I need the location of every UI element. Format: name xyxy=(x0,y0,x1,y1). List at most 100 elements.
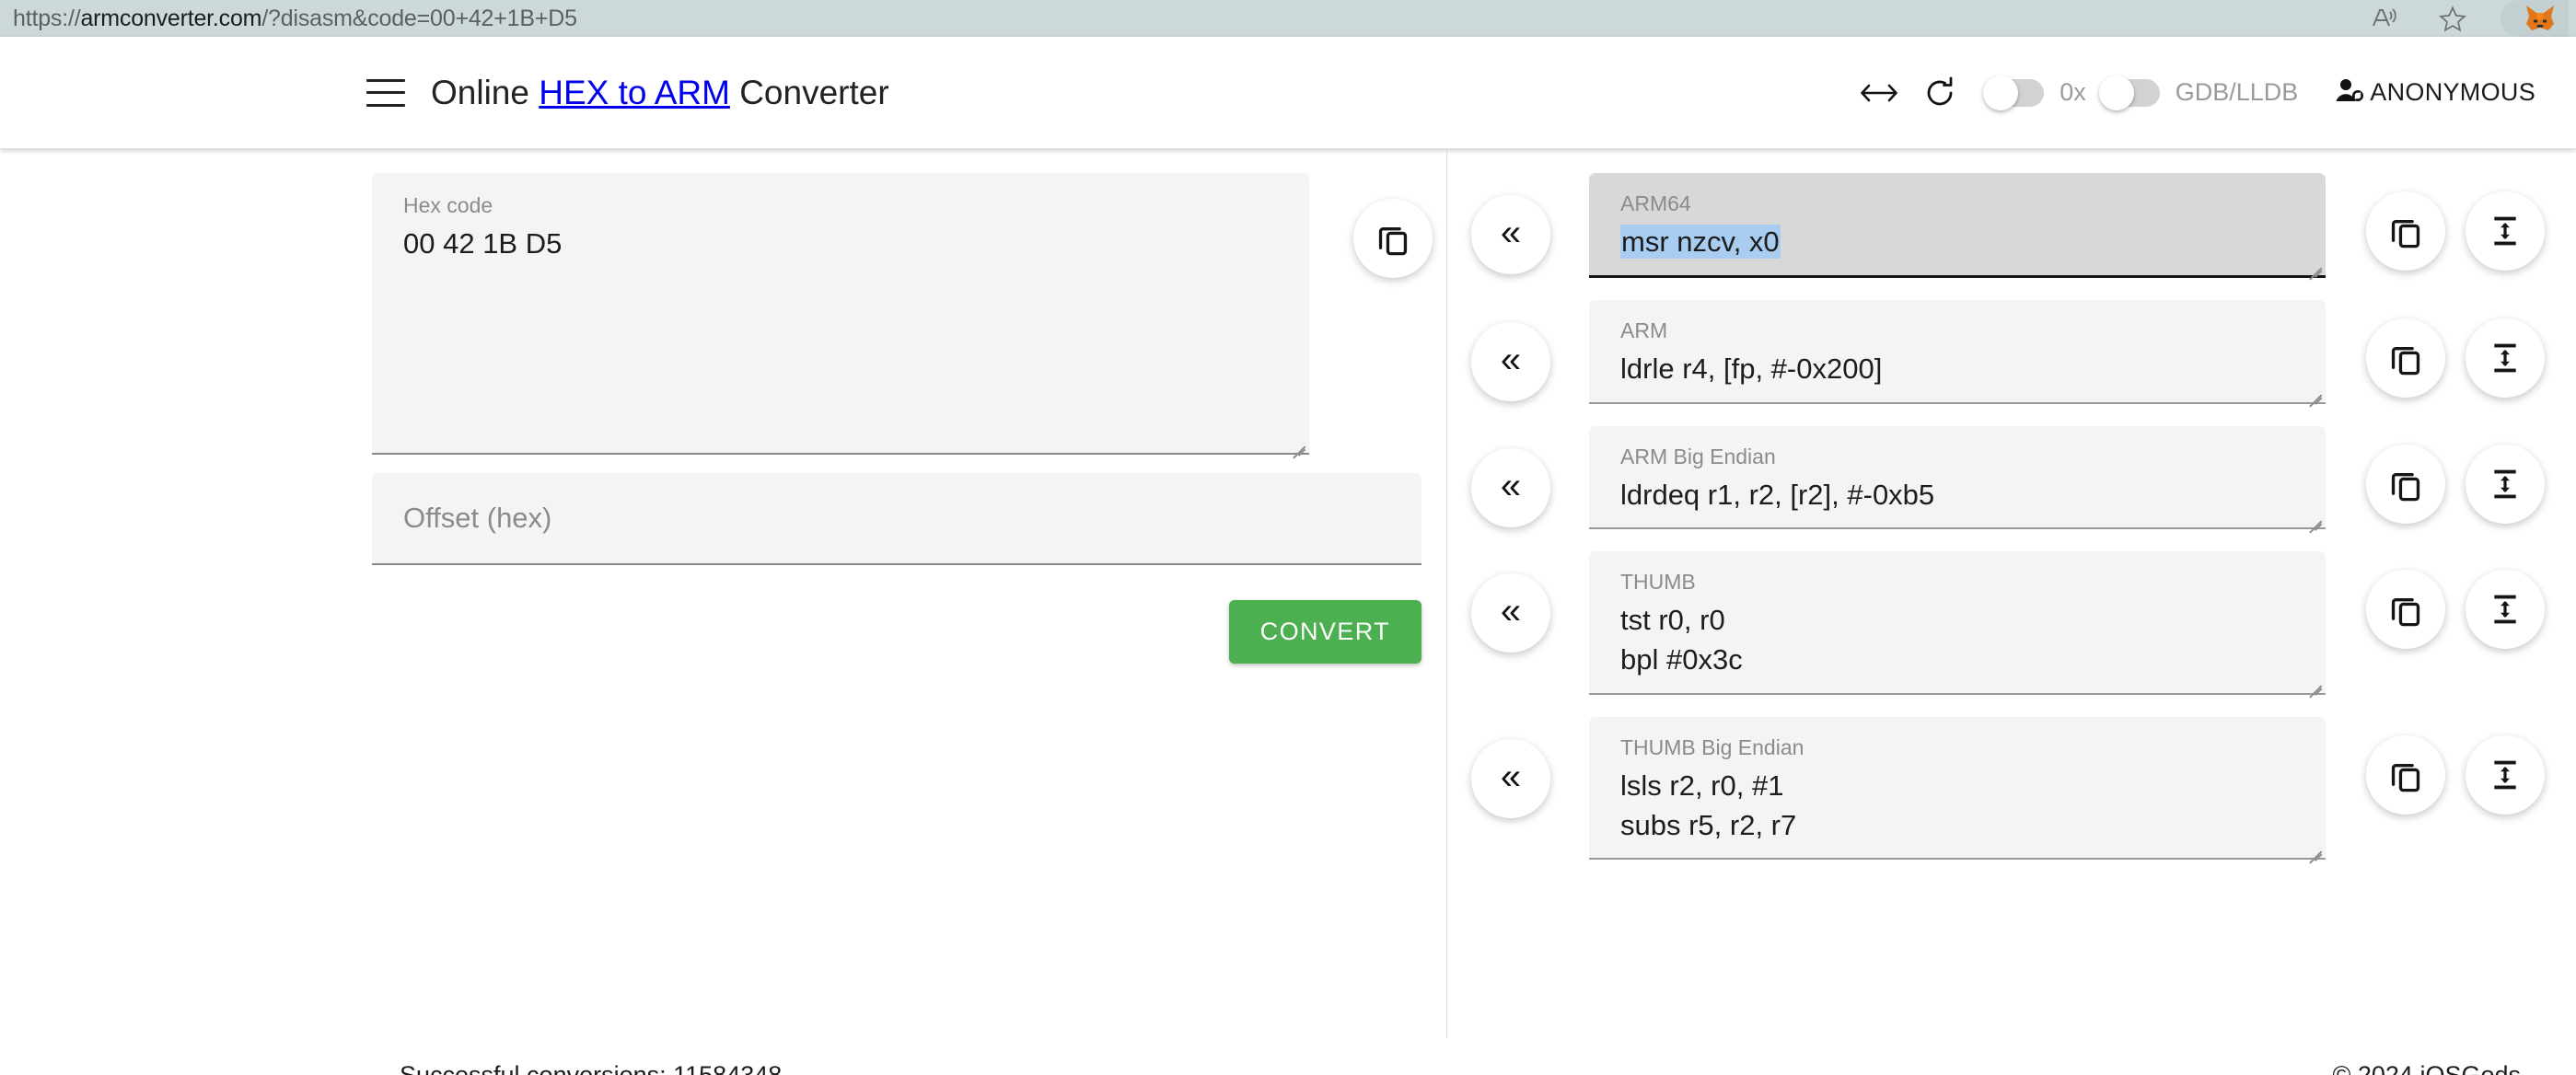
collapse-arm-be-button[interactable]: « xyxy=(1471,447,1550,527)
browser-url-bar[interactable]: https://armconverter.com/?disasm&code=00… xyxy=(0,0,2576,37)
offset-placeholder: Offset (hex) xyxy=(403,502,552,534)
resize-arm-be-button[interactable] xyxy=(2466,444,2545,524)
page-title-prefix: Online xyxy=(431,73,540,111)
result-text-selected: msr nzcv, x0 xyxy=(1620,225,1781,259)
hex-to-arm-link[interactable]: HEX to ARM xyxy=(539,74,730,111)
url-prefix: https:// xyxy=(13,5,81,31)
result-line: ldrdeq r1, r2, [r2], #-0xb5 xyxy=(1620,478,1935,511)
result-line: ldrle r4, [fp, #-0x200] xyxy=(1620,352,1883,385)
vertical-resize-icon xyxy=(2494,760,2516,790)
result-label: ARM xyxy=(1620,318,1668,342)
header-actions: 0x GDB/LLDB ANONYMOUS xyxy=(1849,65,2535,121)
double-chevron-left-icon: « xyxy=(1500,339,1522,380)
hex-prefix-toggle-group: 0x xyxy=(1970,75,2086,110)
result-label: ARM Big Endian xyxy=(1620,444,1776,468)
convert-row: CONVERT xyxy=(372,600,1421,664)
resize-arm64-button[interactable] xyxy=(2466,191,2545,271)
refresh-icon[interactable] xyxy=(1909,65,1970,121)
result-label: THUMB Big Endian xyxy=(1620,734,1804,759)
gdb-lldb-toggle-label: GDB/LLDB xyxy=(2175,78,2299,106)
anonymous-user-icon xyxy=(2335,77,2364,108)
result-line: msr nzcv, x0 xyxy=(1620,223,2326,262)
url-host: armconverter.com xyxy=(80,5,262,31)
hamburger-menu-icon[interactable] xyxy=(366,78,405,107)
main-content: Hex code 00 42 1B D5 Offset (hex) CONVER… xyxy=(0,149,2576,1038)
conversions-counter: Successful conversions: 11584348 xyxy=(400,1060,783,1075)
result-row: « THUMB tst r0, r0 bpl #0x3c xyxy=(1447,551,2576,695)
account-label: ANONYMOUS xyxy=(2370,78,2535,106)
resize-thumb-button[interactable] xyxy=(2466,570,2545,650)
toggle-knob xyxy=(2098,75,2134,110)
results-list: « ARM64 msr nzcv, x0 « ARM ldrle r4, [fp… xyxy=(1447,149,2576,861)
toggle-knob xyxy=(1983,75,2019,110)
copy-thumb-be-button[interactable] xyxy=(2366,734,2445,815)
vertical-resize-icon xyxy=(2494,216,2516,246)
gdb-lldb-toggle-group: GDB/LLDB xyxy=(2086,75,2299,110)
result-label: THUMB xyxy=(1620,570,1696,595)
result-line: lsls r2, r0, #1 xyxy=(1620,769,1784,802)
hex-code-input[interactable]: Hex code 00 42 1B D5 xyxy=(372,173,1309,455)
left-right-arrow-icon[interactable] xyxy=(1849,65,1909,121)
result-line: subs r5, r2, r7 xyxy=(1620,808,1797,841)
collapse-thumb-button[interactable]: « xyxy=(1471,573,1550,653)
resize-grip-icon[interactable] xyxy=(1289,433,1305,449)
vertical-resize-icon xyxy=(2494,469,2516,498)
result-card-thumb[interactable]: THUMB tst r0, r0 bpl #0x3c xyxy=(1589,551,2326,695)
collapse-arm64-button[interactable]: « xyxy=(1471,195,1550,274)
collapse-arm-button[interactable]: « xyxy=(1471,321,1550,401)
account-button[interactable]: ANONYMOUS xyxy=(2335,77,2535,108)
page-title: Online HEX to ARM Converter xyxy=(431,74,889,112)
result-row: « ARM Big Endian ldrdeq r1, r2, [r2], #-… xyxy=(1447,425,2576,530)
collapse-thumb-be-button[interactable]: « xyxy=(1471,738,1550,818)
metamask-fox-icon[interactable] xyxy=(2501,0,2569,37)
copy-thumb-button[interactable] xyxy=(2366,570,2445,650)
resize-arm-button[interactable] xyxy=(2466,318,2545,398)
result-card-arm-big-endian[interactable]: ARM Big Endian ldrdeq r1, r2, [r2], #-0x… xyxy=(1589,425,2326,530)
vertical-resize-icon xyxy=(2494,343,2516,373)
copy-arm-be-button[interactable] xyxy=(2366,444,2445,524)
result-line: tst r0, r0 xyxy=(1620,604,1725,637)
site-footer: Successful conversions: 11584348 © 2024 … xyxy=(0,1038,2576,1075)
copy-arm64-button[interactable] xyxy=(2366,191,2445,271)
hex-prefix-toggle-label: 0x xyxy=(2060,78,2086,106)
copy-icon xyxy=(2391,220,2420,249)
copyright: © 2024 iOSGods xyxy=(2332,1060,2521,1075)
hex-code-label: Hex code xyxy=(403,193,493,217)
result-actions xyxy=(2366,318,2545,398)
read-aloud-icon[interactable] xyxy=(2364,0,2405,37)
result-card-arm[interactable]: ARM ldrle r4, [fp, #-0x200] xyxy=(1589,299,2326,404)
result-card-thumb-big-endian[interactable]: THUMB Big Endian lsls r2, r0, #1 subs r5… xyxy=(1589,716,2326,861)
copy-arm-button[interactable] xyxy=(2366,318,2445,398)
copy-icon xyxy=(2391,472,2420,501)
hex-input-row: Hex code 00 42 1B D5 xyxy=(0,149,1446,455)
double-chevron-left-icon: « xyxy=(1500,213,1522,253)
copy-hex-button[interactable] xyxy=(1353,199,1433,278)
copy-icon xyxy=(2391,763,2420,792)
url-text[interactable]: https://armconverter.com/?disasm&code=00… xyxy=(0,6,577,32)
convert-button[interactable]: CONVERT xyxy=(1228,600,1421,664)
url-query: /?disasm&code=00+42+1B+D5 xyxy=(261,5,577,31)
double-chevron-left-icon: « xyxy=(1500,591,1522,632)
double-chevron-left-icon: « xyxy=(1500,465,1522,506)
copy-icon xyxy=(1378,227,1408,256)
input-panel: Hex code 00 42 1B D5 Offset (hex) CONVER… xyxy=(0,149,1447,1038)
browser-toolbar-right xyxy=(2364,0,2576,37)
results-panel: « ARM64 msr nzcv, x0 « ARM ldrle r4, [fp… xyxy=(1447,149,2576,1038)
result-actions xyxy=(2366,444,2545,524)
vertical-resize-icon xyxy=(2494,595,2516,624)
copy-icon xyxy=(2391,346,2420,376)
site-header: Online HEX to ARM Converter 0x GDB/LLDB xyxy=(0,37,2576,149)
hex-prefix-toggle[interactable] xyxy=(1983,75,2045,110)
double-chevron-left-icon: « xyxy=(1500,756,1522,797)
resize-thumb-be-button[interactable] xyxy=(2466,734,2545,815)
result-line: bpl #0x3c xyxy=(1620,643,1743,676)
result-actions xyxy=(2366,191,2545,271)
gdb-lldb-toggle[interactable] xyxy=(2098,75,2160,110)
result-row: « ARM64 msr nzcv, x0 xyxy=(1447,173,2576,278)
offset-input[interactable]: Offset (hex) xyxy=(372,473,1421,565)
result-card-arm64[interactable]: ARM64 msr nzcv, x0 xyxy=(1589,173,2326,278)
star-icon[interactable] xyxy=(2432,0,2473,37)
copy-icon xyxy=(2391,598,2420,627)
result-row: « THUMB Big Endian lsls r2, r0, #1 subs … xyxy=(1447,716,2576,861)
result-row: « ARM ldrle r4, [fp, #-0x200] xyxy=(1447,299,2576,404)
